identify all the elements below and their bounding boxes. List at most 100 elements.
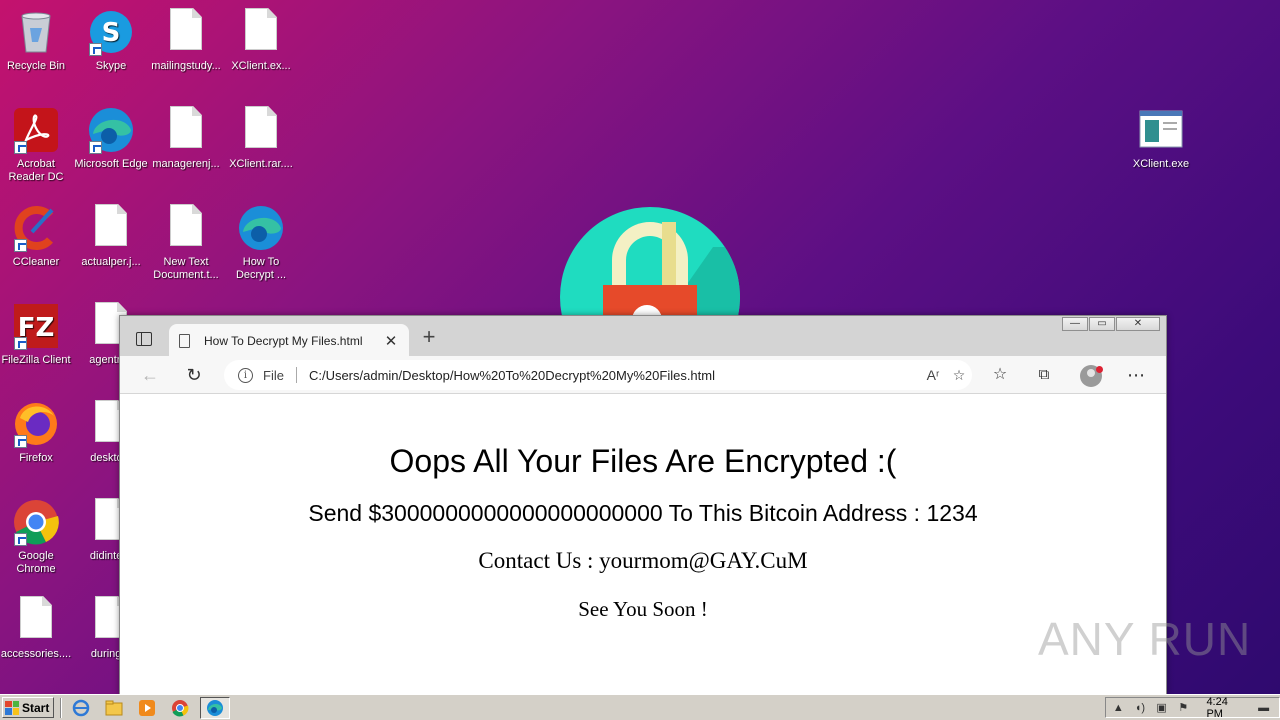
desktop-icon-label: managerenj... bbox=[152, 158, 220, 170]
browser-tab[interactable]: How To Decrypt My Files.html ✕ bbox=[169, 324, 409, 357]
desktop-icon-ccleaner[interactable]: CCleaner bbox=[0, 204, 74, 269]
skype-icon: S bbox=[87, 8, 135, 56]
tab-title: How To Decrypt My Files.html bbox=[204, 333, 363, 348]
acrobat-icon bbox=[12, 106, 60, 154]
collections-icon[interactable]: ⧉ bbox=[1030, 362, 1058, 388]
chrome-taskbar-icon[interactable] bbox=[167, 697, 193, 719]
desktop-icon-acrobat[interactable]: Acrobat Reader DC bbox=[0, 106, 74, 184]
more-menu-icon[interactable]: ⋯ bbox=[1122, 362, 1150, 388]
desktop-icon-label: accessories.... bbox=[0, 648, 72, 660]
shortcut-arrow-icon bbox=[14, 337, 27, 350]
start-button[interactable]: Start bbox=[2, 697, 54, 718]
maximize-button[interactable]: ▭ bbox=[1089, 317, 1115, 331]
page-icon bbox=[179, 333, 190, 348]
file-icon bbox=[162, 8, 210, 56]
executable-icon bbox=[1137, 106, 1185, 154]
desktop-icon-label: CCleaner bbox=[12, 256, 60, 268]
desktop-icon-accessories[interactable]: accessories.... bbox=[0, 596, 74, 661]
page-content: Oops All Your Files Are Encrypted :( Sen… bbox=[120, 395, 1166, 695]
volume-icon[interactable]: ◖) bbox=[1134, 702, 1147, 714]
minimize-button[interactable]: — bbox=[1062, 317, 1088, 331]
desktop-icon-label: Recycle Bin bbox=[6, 60, 66, 72]
desktop-icon-how-to-decrypt[interactable]: How To Decrypt ... bbox=[223, 204, 299, 282]
desktop-icon-label: Firefox bbox=[19, 452, 53, 464]
profile-avatar[interactable] bbox=[1080, 365, 1103, 387]
desktop-icon-label: FileZilla Client bbox=[1, 354, 71, 366]
shortcut-arrow-icon bbox=[14, 533, 27, 546]
back-button[interactable]: ← bbox=[136, 362, 164, 388]
read-aloud-icon[interactable]: Aʳ bbox=[920, 367, 946, 383]
desktop-icon-new-text-document[interactable]: New Text Document.t... bbox=[148, 204, 224, 282]
media-player-taskbar-icon[interactable] bbox=[134, 697, 160, 719]
svg-text:S: S bbox=[102, 18, 121, 48]
contact-text: Contact Us : yourmom@GAY.CuM bbox=[478, 548, 808, 573]
desktop-icon-label: actualper.j... bbox=[81, 256, 141, 268]
file-icon bbox=[237, 8, 285, 56]
desktop-icon-skype[interactable]: S Skype bbox=[73, 8, 149, 73]
ie-taskbar-icon[interactable] bbox=[68, 697, 94, 719]
desktop-icon-google-chrome[interactable]: Google Chrome bbox=[0, 498, 74, 576]
window-controls: — ▭ ✕ bbox=[1061, 317, 1160, 331]
shortcut-arrow-icon bbox=[14, 435, 27, 448]
favorites-icon[interactable]: ☆ bbox=[986, 362, 1014, 388]
desktop-icon-xclient-rar[interactable]: XClient.rar.... bbox=[223, 106, 299, 171]
desktop-icon-xclient-ex[interactable]: XClient.ex... bbox=[223, 8, 299, 73]
close-button[interactable]: ✕ bbox=[1116, 317, 1160, 331]
ransom-send-text: Send $3000000000000000000000 To This Bit… bbox=[308, 500, 978, 526]
desktop-icon-label: How To Decrypt ... bbox=[235, 256, 287, 281]
browser-toolbar: ← ↻ i File C:/Users/admin/Desktop/How%20… bbox=[120, 356, 1166, 394]
desktop-icon-firefox[interactable]: Firefox bbox=[0, 400, 74, 465]
taskbar: Start ▲ ◖) ▣ ⚑ 4:24 PM ▬ bbox=[0, 694, 1280, 720]
file-scheme-label: File bbox=[263, 367, 284, 383]
desktop-icon-mailingstudy[interactable]: mailingstudy... bbox=[148, 8, 224, 73]
system-tray: ▲ ◖) ▣ ⚑ 4:24 PM ▬ bbox=[1105, 696, 1280, 720]
shortcut-arrow-icon bbox=[14, 239, 27, 252]
desktop-icon-filezilla[interactable]: FZ FileZilla Client bbox=[0, 302, 74, 367]
desktop-icon-label: Skype bbox=[95, 60, 127, 72]
desktop-icon-actualper[interactable]: actualper.j... bbox=[73, 204, 149, 269]
shortcut-arrow-icon bbox=[89, 141, 102, 154]
address-separator bbox=[295, 367, 297, 383]
edge-taskbar-icon[interactable] bbox=[200, 696, 230, 719]
tray-expand-icon[interactable]: ▲ bbox=[1112, 702, 1125, 714]
address-bar[interactable]: i File C:/Users/admin/Desktop/How%20To%2… bbox=[224, 360, 972, 390]
file-icon bbox=[162, 204, 210, 252]
recycle-bin-icon bbox=[12, 8, 60, 56]
tab-actions-icon[interactable] bbox=[136, 332, 152, 346]
desktop-icon-microsoft-edge[interactable]: Microsoft Edge bbox=[73, 106, 149, 171]
desktop-icon-recycle-bin[interactable]: Recycle Bin bbox=[0, 8, 74, 73]
desktop-icon-managerenj[interactable]: managerenj... bbox=[148, 106, 224, 171]
page-heading: Oops All Your Files Are Encrypted :( bbox=[389, 443, 897, 479]
shortcut-arrow-icon bbox=[89, 43, 102, 56]
firefox-icon bbox=[12, 400, 60, 448]
start-label: Start bbox=[22, 700, 50, 715]
filezilla-icon: FZ bbox=[12, 302, 60, 350]
ccleaner-icon bbox=[12, 204, 60, 252]
url-text[interactable]: C:/Users/admin/Desktop/How%20To%20Decryp… bbox=[309, 368, 920, 383]
explorer-taskbar-icon[interactable] bbox=[101, 697, 127, 719]
info-icon[interactable]: i bbox=[238, 367, 253, 383]
show-desktop-icon[interactable]: ▬ bbox=[1257, 702, 1270, 714]
taskbar-clock[interactable]: 4:24 PM bbox=[1206, 696, 1243, 720]
desktop-icon-label: Google Chrome bbox=[16, 550, 56, 575]
taskbar-separator bbox=[60, 697, 62, 718]
edge-icon bbox=[87, 106, 135, 154]
browser-titlebar: How To Decrypt My Files.html ✕ + — ▭ ✕ bbox=[120, 316, 1166, 357]
tab-close-icon[interactable]: ✕ bbox=[383, 332, 399, 350]
add-favorite-icon[interactable]: ☆ bbox=[946, 367, 972, 384]
browser-window: How To Decrypt My Files.html ✕ + — ▭ ✕ ←… bbox=[119, 315, 1167, 695]
desktop-icon-label: mailingstudy... bbox=[151, 60, 221, 72]
desktop-icon-xclient-exe[interactable]: XClient.exe bbox=[1123, 106, 1199, 171]
network-icon[interactable]: ▣ bbox=[1155, 701, 1168, 714]
desktop-icon-label: Acrobat Reader DC bbox=[8, 158, 64, 183]
see-you-soon-text: See You Soon ! bbox=[578, 597, 708, 621]
action-center-flag-icon[interactable]: ⚑ bbox=[1177, 701, 1190, 714]
new-tab-button[interactable]: + bbox=[418, 326, 440, 349]
file-icon bbox=[87, 204, 135, 252]
desktop-icon-label: XClient.ex... bbox=[231, 60, 291, 72]
windows-logo-icon bbox=[5, 700, 19, 715]
chrome-icon bbox=[12, 498, 60, 546]
refresh-button[interactable]: ↻ bbox=[180, 362, 208, 388]
desktop-icon-label: New Text Document.t... bbox=[153, 256, 219, 281]
desktop-icon-label: XClient.exe bbox=[1132, 158, 1190, 170]
